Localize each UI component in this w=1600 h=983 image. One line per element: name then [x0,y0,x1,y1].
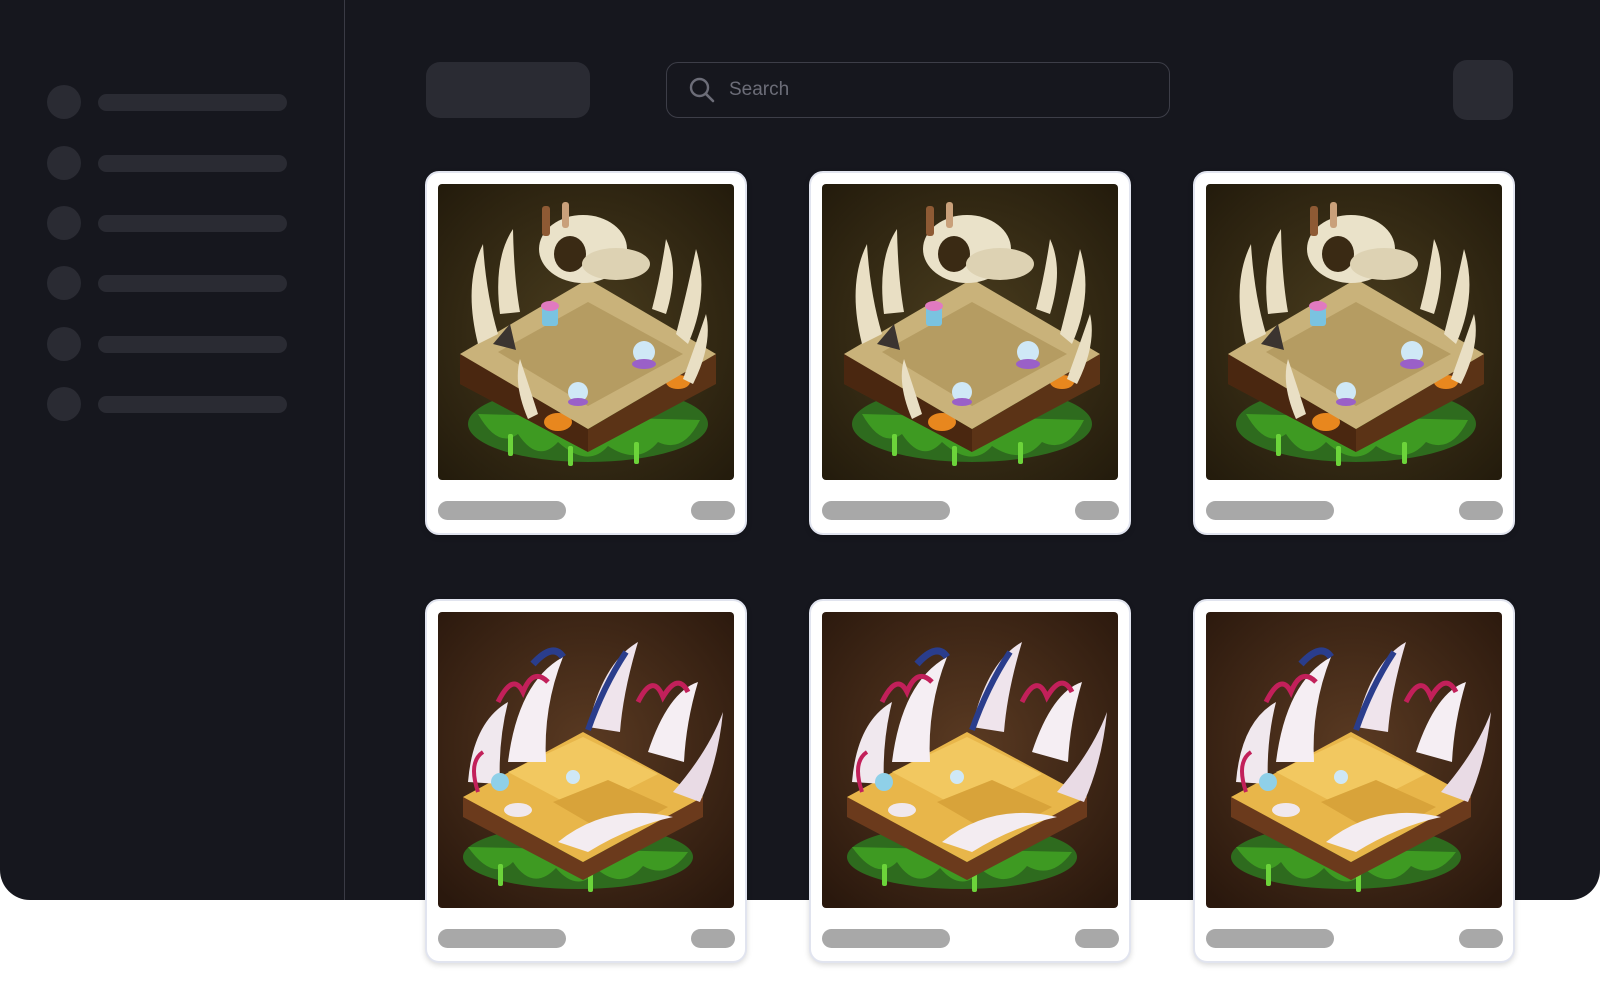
sidebar-item-label-placeholder [98,215,287,232]
card-title-placeholder [822,501,950,520]
card-price-placeholder [691,501,735,520]
sidebar-item-icon [47,387,81,421]
topbar-button[interactable] [426,62,590,118]
card-6[interactable] [1193,599,1515,963]
search-icon [689,77,715,103]
sidebar-item-icon [47,85,81,119]
sidebar-item-label-placeholder [98,155,287,172]
sidebar-item-2[interactable] [47,146,287,180]
bone-island-illustration [1206,184,1502,480]
card-price-placeholder [1459,929,1503,948]
sidebar-item-icon [47,327,81,361]
card-image [822,184,1118,480]
card-price-placeholder [1075,929,1119,948]
card-price-placeholder [691,929,735,948]
sidebar-item-4[interactable] [47,266,287,300]
shell-island-illustration [822,612,1118,908]
card-price-placeholder [1459,501,1503,520]
bone-island-illustration [822,184,1118,480]
card-4[interactable] [425,599,747,963]
card-image [438,184,734,480]
card-title-placeholder [438,501,566,520]
card-1[interactable] [425,171,747,535]
user-menu-button[interactable] [1453,60,1513,120]
sidebar-item-1[interactable] [47,85,287,119]
shell-island-illustration [1206,612,1502,908]
card-5[interactable] [809,599,1131,963]
card-image [1206,612,1502,908]
shell-island-illustration [438,612,734,908]
sidebar-item-icon [47,206,81,240]
card-title-placeholder [438,929,566,948]
card-image [1206,184,1502,480]
sidebar-item-label-placeholder [98,94,287,111]
sidebar-item-5[interactable] [47,327,287,361]
sidebar-item-icon [47,266,81,300]
card-3[interactable] [1193,171,1515,535]
card-price-placeholder [1075,501,1119,520]
bone-island-illustration [438,184,734,480]
card-2[interactable] [809,171,1131,535]
card-image [822,612,1118,908]
sidebar-item-label-placeholder [98,336,287,353]
card-image [438,612,734,908]
sidebar-item-label-placeholder [98,275,287,292]
card-title-placeholder [822,929,950,948]
card-title-placeholder [1206,501,1334,520]
search-input[interactable] [727,69,1151,111]
search-bar[interactable] [666,62,1170,118]
sidebar-item-label-placeholder [98,396,287,413]
sidebar-item-3[interactable] [47,206,287,240]
card-title-placeholder [1206,929,1334,948]
sidebar [0,0,345,900]
sidebar-item-6[interactable] [47,387,287,421]
sidebar-item-icon [47,146,81,180]
